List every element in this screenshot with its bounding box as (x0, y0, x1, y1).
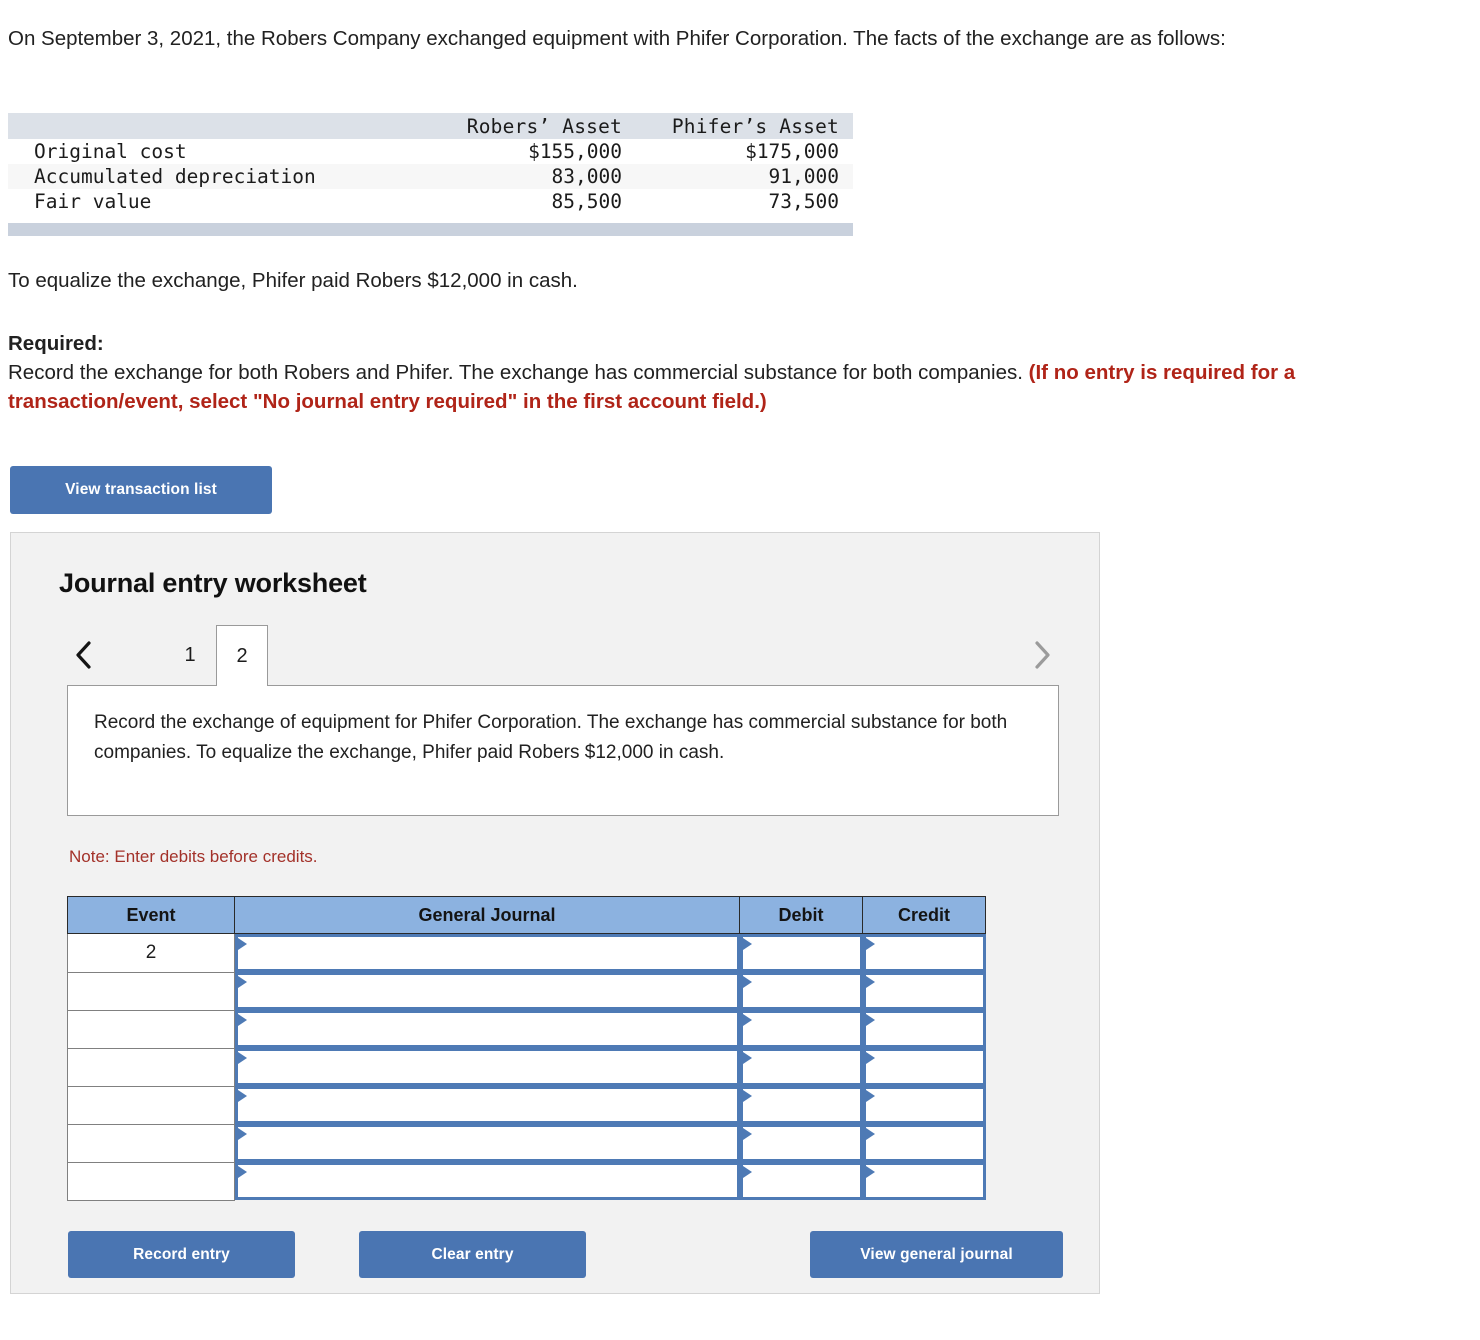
column-header-event: Event (67, 896, 235, 934)
credit-input-2[interactable] (862, 972, 986, 1010)
table-row: Accumulated depreciation 83,000 91,000 (8, 164, 853, 189)
general-journal-cell-2[interactable] (234, 972, 740, 1010)
column-header-debit: Debit (739, 896, 863, 934)
account-select-4[interactable] (235, 1048, 740, 1086)
account-select-3[interactable] (235, 1010, 740, 1048)
required-section: Required: Record the exchange for both R… (8, 329, 1398, 416)
general-journal-cell-1[interactable] (234, 933, 740, 972)
table-row (67, 1123, 986, 1163)
facts-table: Robers’ Asset Phifer’s Asset Original co… (8, 113, 853, 214)
debit-input-1[interactable] (739, 934, 863, 972)
facts-robers-accumulated-depreciation: 83,000 (551, 165, 622, 188)
event-cell-2 (67, 971, 235, 1011)
debit-cell-3[interactable] (739, 1010, 863, 1048)
account-select-6[interactable] (235, 1124, 740, 1162)
facts-header-robers: Robers’ Asset (466, 114, 622, 138)
page-title: Journal entry worksheet (59, 568, 367, 598)
credit-input-6[interactable] (862, 1124, 986, 1162)
table-row: Original cost $155,000 $175,000 (8, 139, 853, 164)
table-row (67, 1009, 986, 1049)
event-cell-4 (67, 1047, 235, 1087)
credit-cell-7[interactable] (862, 1162, 986, 1200)
credit-cell-1[interactable] (862, 933, 986, 972)
required-heading: Required: (8, 332, 104, 355)
chevron-left-icon[interactable] (67, 633, 101, 677)
journal-table-header-row: Event General Journal Debit Credit (67, 896, 986, 934)
debit-input-4[interactable] (739, 1048, 863, 1086)
debit-cell-1[interactable] (739, 933, 863, 972)
general-journal-cell-7[interactable] (234, 1162, 740, 1200)
required-body: Record the exchange for both Robers and … (8, 361, 1029, 384)
facts-header-blank (8, 113, 408, 139)
table-row: Fair value 85,500 73,500 (8, 189, 853, 214)
facts-robers-original-cost: $155,000 (528, 140, 622, 163)
facts-header-phifer: Phifer’s Asset (671, 114, 839, 138)
account-select-1[interactable] (235, 934, 740, 972)
facts-phifer-accumulated-depreciation: 91,000 (768, 165, 839, 188)
general-journal-cell-6[interactable] (234, 1124, 740, 1162)
credit-cell-3[interactable] (862, 1010, 986, 1048)
account-select-2[interactable] (235, 972, 740, 1010)
debit-cell-6[interactable] (739, 1124, 863, 1162)
account-select-5[interactable] (235, 1086, 740, 1124)
credit-cell-4[interactable] (862, 1048, 986, 1086)
event-cell-1: 2 (67, 933, 235, 973)
debit-cell-4[interactable] (739, 1048, 863, 1086)
event-cell-7 (67, 1161, 235, 1201)
general-journal-cell-5[interactable] (234, 1086, 740, 1124)
facts-phifer-original-cost: $175,000 (745, 140, 839, 163)
view-general-journal-button[interactable]: View general journal (810, 1231, 1063, 1278)
event-cell-3 (67, 1009, 235, 1049)
journal-entry-worksheet-panel: Journal entry worksheet 1 2 Record the e… (10, 532, 1100, 1294)
transaction-description-text: Record the exchange of equipment for Phi… (94, 712, 1008, 763)
record-entry-button[interactable]: Record entry (68, 1231, 295, 1278)
journal-entry-table: Event General Journal Debit Credit 2 (67, 896, 986, 1201)
credit-cell-5[interactable] (862, 1086, 986, 1124)
general-journal-cell-4[interactable] (234, 1048, 740, 1086)
facts-robers-fair-value: 85,500 (551, 190, 622, 213)
tab-2[interactable]: 2 (216, 625, 268, 686)
debit-input-2[interactable] (739, 972, 863, 1010)
worksheet-tabstrip: 1 2 (59, 625, 1059, 686)
credit-input-5[interactable] (862, 1086, 986, 1124)
facts-label-fair-value: Fair value (34, 190, 152, 213)
facts-label-original-cost: Original cost (34, 140, 187, 163)
table-row (67, 1085, 986, 1125)
debit-input-5[interactable] (739, 1086, 863, 1124)
table-row (67, 1161, 986, 1201)
facts-phifer-fair-value: 73,500 (768, 190, 839, 213)
clear-entry-button[interactable]: Clear entry (359, 1231, 586, 1278)
credit-cell-2[interactable] (862, 972, 986, 1010)
equalize-note: To equalize the exchange, Phifer paid Ro… (8, 269, 578, 292)
general-journal-cell-3[interactable] (234, 1010, 740, 1048)
credit-input-1[interactable] (862, 934, 986, 972)
chevron-right-icon[interactable] (1025, 633, 1059, 677)
table-row: 2 (67, 933, 986, 973)
facts-table-header-row: Robers’ Asset Phifer’s Asset (8, 113, 853, 139)
credit-input-4[interactable] (862, 1048, 986, 1086)
event-cell-6 (67, 1123, 235, 1163)
view-transaction-list-button[interactable]: View transaction list (10, 466, 272, 514)
credit-input-3[interactable] (862, 1010, 986, 1048)
table-row (67, 971, 986, 1011)
column-header-credit: Credit (862, 896, 986, 934)
event-cell-5 (67, 1085, 235, 1125)
tab-1[interactable]: 1 (164, 625, 216, 686)
table-row (67, 1047, 986, 1087)
debit-cell-5[interactable] (739, 1086, 863, 1124)
facts-label-accumulated-depreciation: Accumulated depreciation (34, 165, 316, 188)
facts-table-footer-bar (8, 223, 853, 236)
transaction-description-card: Record the exchange of equipment for Phi… (67, 685, 1059, 816)
credit-cell-6[interactable] (862, 1124, 986, 1162)
debit-cell-2[interactable] (739, 972, 863, 1010)
account-select-7[interactable] (235, 1162, 740, 1200)
intro-paragraph: On September 3, 2021, the Robers Company… (8, 27, 1226, 50)
column-header-general-journal: General Journal (234, 896, 740, 934)
debit-cell-7[interactable] (739, 1162, 863, 1200)
debits-before-credits-note: Note: Enter debits before credits. (69, 847, 318, 866)
debit-input-3[interactable] (739, 1010, 863, 1048)
debit-input-6[interactable] (739, 1124, 863, 1162)
debit-input-7[interactable] (739, 1162, 863, 1200)
credit-input-7[interactable] (862, 1162, 986, 1200)
